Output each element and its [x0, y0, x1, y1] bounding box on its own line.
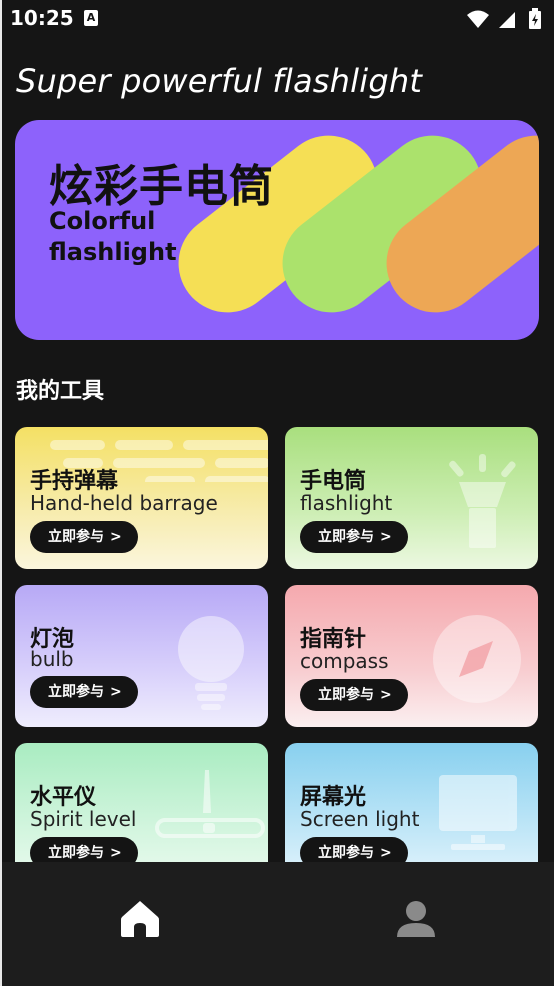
join-button-label: 立即参与 — [48, 529, 104, 545]
chevron-right-icon: > — [110, 529, 122, 545]
app-screen: 10:25 A Super powerful flashlight 炫彩手电筒 … — [0, 0, 554, 986]
battery-icon — [529, 8, 541, 29]
join-button-label: 立即参与 — [318, 529, 374, 545]
join-button-label: 立即参与 — [318, 687, 374, 703]
join-button[interactable]: 立即参与 > — [30, 521, 138, 553]
join-button[interactable]: 立即参与 > — [300, 521, 408, 553]
wifi-icon — [466, 10, 489, 28]
tool-title-en: Screen light — [300, 807, 420, 831]
tool-title-en: flashlight — [300, 491, 393, 515]
bottom-navigation — [2, 862, 554, 986]
chevron-right-icon: > — [110, 845, 122, 861]
tool-card-barrage[interactable]: 手持弹幕 Hand-held barrage 立即参与 > — [15, 427, 268, 569]
tool-card-bulb[interactable]: 灯泡 bulb 立即参与 > — [15, 585, 268, 727]
bulb-icon — [178, 616, 244, 710]
nav-profile-tab[interactable] — [393, 897, 439, 941]
section-title: 我的工具 — [16, 379, 105, 404]
join-button[interactable]: 立即参与 > — [300, 679, 408, 711]
nav-home-tab[interactable] — [117, 897, 163, 941]
status-icons — [466, 8, 542, 30]
app-title: Super powerful flashlight — [16, 62, 423, 100]
status-bar: 10:25 A — [0, 0, 554, 38]
join-button-label: 立即参与 — [48, 684, 104, 700]
chevron-right-icon: > — [380, 529, 392, 545]
monitor-icon — [439, 775, 517, 850]
banner-title-cn: 炫彩手电筒 — [49, 161, 274, 212]
tool-title-en: Spirit level — [30, 807, 137, 831]
flashlight-icon — [449, 454, 516, 548]
join-button-label: 立即参与 — [318, 845, 374, 861]
signal-icon — [498, 12, 515, 28]
tool-title-en: bulb — [30, 647, 74, 671]
tool-card-flashlight[interactable]: 手电筒 flashlight 立即参与 > — [285, 427, 538, 569]
home-icon — [121, 901, 159, 937]
chevron-right-icon: > — [110, 684, 122, 700]
status-time: 10:25 — [10, 6, 74, 30]
tool-title-en: Hand-held barrage — [30, 491, 218, 515]
chevron-right-icon: > — [380, 845, 392, 861]
join-button[interactable]: 立即参与 > — [30, 676, 138, 708]
tool-title-en: compass — [300, 649, 389, 673]
banner-title-en: Colorful flashlight — [49, 207, 177, 266]
notification-icon: A — [84, 10, 98, 26]
join-button-label: 立即参与 — [48, 845, 104, 861]
promo-banner[interactable]: 炫彩手电筒 Colorful flashlight — [15, 120, 539, 340]
tool-card-compass[interactable]: 指南针 compass 立即参与 > — [285, 585, 538, 727]
compass-icon — [433, 615, 521, 703]
profile-icon — [397, 901, 435, 937]
chevron-right-icon: > — [380, 687, 392, 703]
spirit-level-icon — [155, 770, 265, 838]
